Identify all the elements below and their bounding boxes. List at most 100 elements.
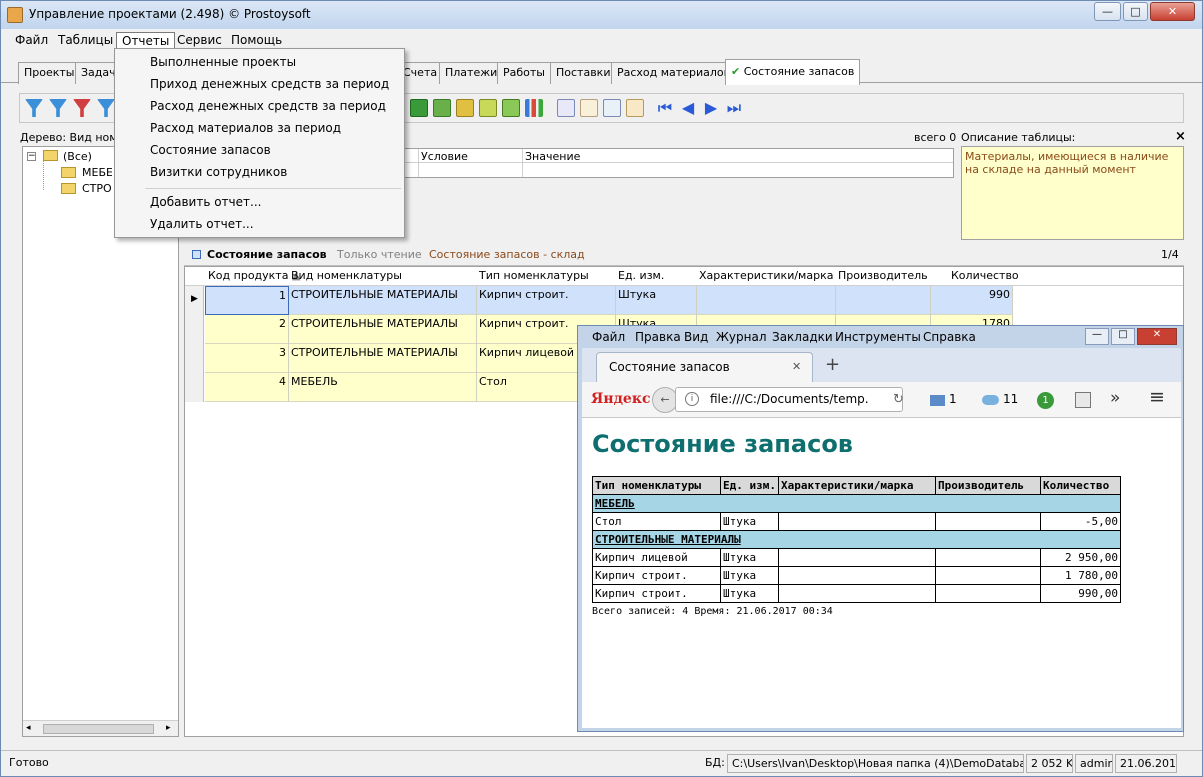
- report-cell: 1 780,00: [1039, 566, 1121, 585]
- report-cell: Штука: [720, 584, 779, 603]
- scroll-right-icon[interactable]: ▸: [166, 723, 171, 733]
- new-tab-button[interactable]: +: [825, 354, 840, 375]
- last-record-icon[interactable]: ⏭: [725, 99, 743, 117]
- txt-export-icon[interactable]: [479, 99, 497, 117]
- tab-projects[interactable]: Проекты: [18, 62, 81, 84]
- report-icon[interactable]: [580, 99, 598, 117]
- browser-menu-edit[interactable]: Правка: [631, 330, 685, 344]
- cell-code[interactable]: 3: [205, 344, 289, 373]
- col-type[interactable]: Тип номенклатуры: [479, 269, 589, 286]
- col-unit[interactable]: Ед. изм.: [618, 269, 664, 286]
- menu-item-add-report[interactable]: Добавить отчет...: [118, 191, 401, 213]
- row-indicator-column: ▶: [185, 286, 204, 402]
- weather-temp: 11: [1003, 392, 1019, 406]
- tab-material-usage[interactable]: Расход материалов: [611, 62, 737, 84]
- tab-tasks[interactable]: Задачи: [75, 62, 117, 84]
- menu-item-expense-period[interactable]: Расход денежных средств за период: [118, 95, 401, 117]
- cell-kind[interactable]: СТРОИТЕЛЬНЫЕ МАТЕРИАЛЫ: [289, 286, 477, 315]
- cell-code[interactable]: 1: [205, 286, 289, 315]
- table-row[interactable]: 1 СТРОИТЕЛЬНЫЕ МАТЕРИАЛЫ Кирпич строит. …: [205, 286, 1013, 315]
- info-icon[interactable]: i: [685, 392, 699, 406]
- col-manufacturer[interactable]: Производитель: [838, 269, 928, 286]
- browser-menu-tools[interactable]: Инструменты: [831, 330, 925, 344]
- cell-code[interactable]: 2: [205, 315, 289, 344]
- address-bar[interactable]: file:///C:/Documents/temp.: [675, 387, 903, 412]
- cell-type[interactable]: Кирпич строит.: [477, 286, 616, 315]
- cell-kind[interactable]: МЕБЕЛЬ: [289, 373, 477, 402]
- excel-export-icon[interactable]: [410, 99, 428, 117]
- check-icon: ✔: [731, 65, 741, 78]
- collapse-icon[interactable]: −: [27, 152, 36, 161]
- browser-menu-bookmarks[interactable]: Закладки: [768, 330, 837, 344]
- scroll-left-icon[interactable]: ◂: [26, 723, 31, 733]
- close-button[interactable]: ✕: [1150, 2, 1195, 21]
- browser-menu-view[interactable]: Вид: [680, 330, 712, 344]
- more-tools-icon[interactable]: »: [1110, 388, 1120, 408]
- browser-menu-file[interactable]: Файл: [588, 330, 629, 344]
- cell-kind[interactable]: СТРОИТЕЛЬНЫЕ МАТЕРИАЛЫ: [289, 344, 477, 373]
- browser-maximize-button[interactable]: □: [1111, 328, 1135, 345]
- next-record-icon[interactable]: ▶: [702, 99, 720, 117]
- prev-record-icon[interactable]: ◀: [679, 99, 697, 117]
- menu-tables[interactable]: Таблицы: [53, 32, 118, 50]
- menu-item-business-cards[interactable]: Визитки сотрудников: [118, 161, 401, 183]
- cell-unit[interactable]: Штука: [616, 286, 697, 315]
- col-kind[interactable]: Вид номенклатуры: [291, 269, 402, 286]
- mail-icon[interactable]: [930, 395, 945, 406]
- minimize-button[interactable]: —: [1094, 2, 1121, 21]
- menu-item-income-period[interactable]: Приход денежных средств за период: [118, 73, 401, 95]
- browser-menu-help[interactable]: Справка: [919, 330, 980, 344]
- col-quantity[interactable]: Количество: [951, 269, 1019, 286]
- tab-payments[interactable]: Платежи: [439, 62, 504, 84]
- cell-quantity[interactable]: 990: [931, 286, 1013, 315]
- browser-menu-history[interactable]: Журнал: [712, 330, 771, 344]
- weather-icon[interactable]: [982, 395, 999, 405]
- tree-item-building-materials[interactable]: СТРОИТЕЛЬНЫЕ МАТЕРИАЛЫ: [82, 182, 112, 195]
- filter-edit-icon[interactable]: [97, 99, 115, 117]
- menu-file[interactable]: Файл: [10, 32, 53, 50]
- sort-icon[interactable]: [557, 99, 575, 117]
- browser-minimize-button[interactable]: —: [1085, 328, 1109, 345]
- col-characteristics[interactable]: Характеристики/марка: [699, 269, 833, 286]
- tab-stock-status[interactable]: ✔ Состояние запасов: [725, 59, 861, 85]
- menu-item-completed-projects[interactable]: Выполненные проекты: [118, 51, 401, 73]
- user-name: admin: [1075, 754, 1113, 773]
- filter-remove-icon[interactable]: [73, 99, 91, 117]
- yandex-logo[interactable]: Яндекс: [591, 391, 650, 407]
- cell-manufacturer[interactable]: [836, 286, 931, 315]
- hamburger-menu-icon[interactable]: ≡: [1149, 386, 1165, 408]
- menu-item-stock-status[interactable]: Состояние запасов: [118, 139, 401, 161]
- first-record-icon[interactable]: ⏮: [656, 99, 674, 117]
- tab-works[interactable]: Работы: [497, 62, 551, 84]
- cell-characteristics[interactable]: [697, 286, 836, 315]
- tree-scrollbar[interactable]: ◂ ▸: [23, 720, 178, 736]
- csv-export-icon[interactable]: [456, 99, 474, 117]
- tab-supplies[interactable]: Поставки: [550, 62, 617, 84]
- menu-item-delete-report[interactable]: Удалить отчет...: [118, 213, 401, 235]
- browser-tab[interactable]: Состояние запасов ✕: [596, 352, 813, 382]
- report-col-characteristics: Характеристики/марка: [777, 476, 936, 495]
- tree-item-furniture[interactable]: МЕБЕЛЬ: [82, 166, 112, 179]
- tree-item-all[interactable]: (Все): [63, 150, 92, 163]
- chart-icon[interactable]: [525, 99, 543, 117]
- extension-icon[interactable]: [1075, 392, 1091, 408]
- menu-item-material-usage[interactable]: Расход материалов за период: [118, 117, 401, 139]
- browser-close-button[interactable]: ✕: [1137, 328, 1177, 345]
- close-tab-icon[interactable]: ✕: [792, 353, 801, 381]
- status-date: 21.06.2017: [1115, 754, 1177, 773]
- export-icon[interactable]: [433, 99, 451, 117]
- xml-export-icon[interactable]: [502, 99, 520, 117]
- filter-count: всего 0: [914, 131, 957, 144]
- cell-code[interactable]: 4: [205, 373, 289, 402]
- filter-clear-icon[interactable]: [49, 99, 67, 117]
- grid-icon[interactable]: [603, 99, 621, 117]
- filter-icon[interactable]: [25, 99, 43, 117]
- reload-icon[interactable]: ↻: [893, 392, 904, 407]
- notification-badge[interactable]: 1: [1037, 392, 1054, 409]
- col-product-code[interactable]: Код продукта ▲: [208, 269, 300, 286]
- description-close-icon[interactable]: ×: [1175, 129, 1186, 144]
- settings-icon[interactable]: [626, 99, 644, 117]
- cell-kind[interactable]: СТРОИТЕЛЬНЫЕ МАТЕРИАЛЫ: [289, 315, 477, 344]
- scroll-thumb[interactable]: [43, 724, 154, 734]
- maximize-button[interactable]: □: [1123, 2, 1148, 21]
